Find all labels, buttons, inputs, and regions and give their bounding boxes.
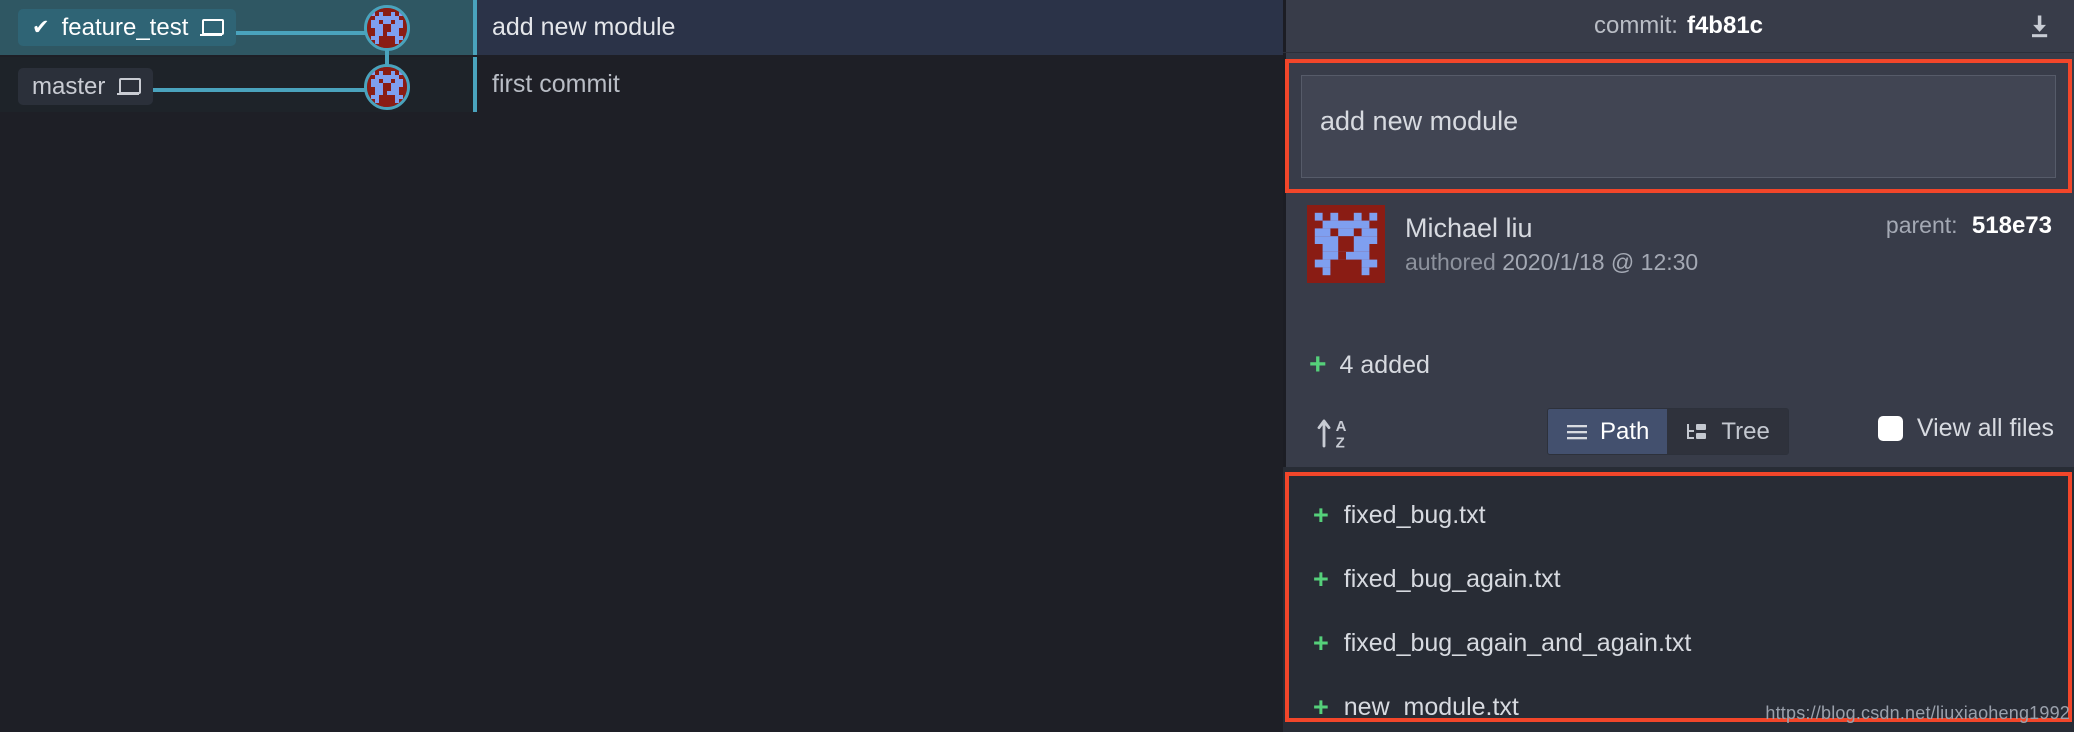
parent-label: parent:: [1885, 212, 1958, 238]
files-added-summary: + 4 added: [1309, 350, 1430, 380]
graph-connector-line-top: [228, 31, 368, 35]
commit-message-highlight: add new module: [1285, 59, 2072, 193]
author-date-line: authored 2020/1/18 @ 12:30: [1405, 249, 1698, 276]
laptop-icon: [117, 78, 142, 95]
parent-hash-value[interactable]: 518e73: [1972, 212, 2052, 239]
commit-author-block: Michael liu authored 2020/1/18 @ 12:30: [1307, 205, 1698, 283]
commit-message-label: add new module: [492, 13, 676, 41]
tab-path[interactable]: Path: [1548, 409, 1668, 454]
commit-node-avatar[interactable]: [364, 64, 410, 110]
avatar-invader-icon: [1307, 205, 1385, 283]
changed-files-highlight: [1285, 472, 2072, 722]
download-glyph: [2032, 15, 2048, 38]
commit-row[interactable]: ✔ feature_test add new module: [0, 0, 1283, 55]
checkbox-icon[interactable]: [1877, 416, 1903, 441]
commit-detail-header: commit: f4b81c: [1283, 0, 2074, 53]
list-lines-icon: [1567, 424, 1587, 439]
sort-glyph: A Z: [1317, 418, 1347, 451]
view-mode-segmented-control: Path Tree: [1547, 408, 1789, 455]
tree-folder-icon: [1687, 423, 1707, 439]
plus-icon: +: [1309, 348, 1327, 381]
sort-alpha-asc-icon[interactable]: A Z: [1307, 405, 1361, 457]
laptop-icon: [200, 19, 225, 36]
author-date-value: 2020/1/18 @ 12:30: [1502, 248, 1699, 275]
branch-name-label: master: [32, 72, 106, 100]
graph-connector-line-bottom: [150, 88, 368, 92]
commit-detail-pane: commit: f4b81c add new module Michael li…: [1283, 0, 2074, 732]
svg-text:Z: Z: [1336, 435, 1345, 451]
commit-row-divider: [473, 0, 477, 55]
view-all-files-toggle[interactable]: View all files: [1877, 414, 2054, 443]
commit-hash-value: f4b81c: [1686, 12, 1764, 39]
download-icon[interactable]: [2022, 9, 2056, 43]
commit-row-divider: [473, 57, 477, 112]
tab-tree-label: Tree: [1721, 417, 1770, 445]
files-added-count: 4 added: [1339, 350, 1430, 379]
commit-hash-label: commit:: [1593, 12, 1678, 39]
check-icon: ✔: [32, 16, 50, 39]
commit-graph-pane: ✔ feature_test add new module master fir…: [0, 0, 1283, 732]
branch-chip-feature-test[interactable]: ✔ feature_test: [18, 9, 237, 46]
author-text-group: Michael liu authored 2020/1/18 @ 12:30: [1405, 213, 1698, 276]
avatar-invader-icon: [367, 8, 407, 48]
authored-word: authored: [1405, 248, 1496, 275]
tab-path-label: Path: [1600, 417, 1650, 445]
author-name: Michael liu: [1405, 212, 1533, 243]
tab-tree[interactable]: Tree: [1667, 409, 1788, 454]
git-client-window: ✔ feature_test add new module master fir…: [0, 0, 2074, 732]
commit-row[interactable]: master first commit: [0, 57, 1283, 112]
avatar-invader-icon: [367, 67, 407, 107]
parent-commit-info: parent: 518e73: [1886, 212, 2052, 240]
commit-node-avatar[interactable]: [364, 5, 410, 51]
svg-text:A: A: [1336, 418, 1347, 435]
branch-chip-master[interactable]: master: [18, 68, 154, 105]
commit-message-label: first commit: [492, 70, 620, 98]
file-view-toolbar: A Z Path Tree View all files: [1283, 400, 2074, 462]
watermark: https://blog.csdn.net/liuxiaoheng1992: [1765, 703, 2070, 723]
commit-message-textarea[interactable]: add new module: [1301, 75, 2056, 178]
branch-name-label: feature_test: [61, 13, 189, 41]
view-all-files-label: View all files: [1916, 414, 2054, 442]
